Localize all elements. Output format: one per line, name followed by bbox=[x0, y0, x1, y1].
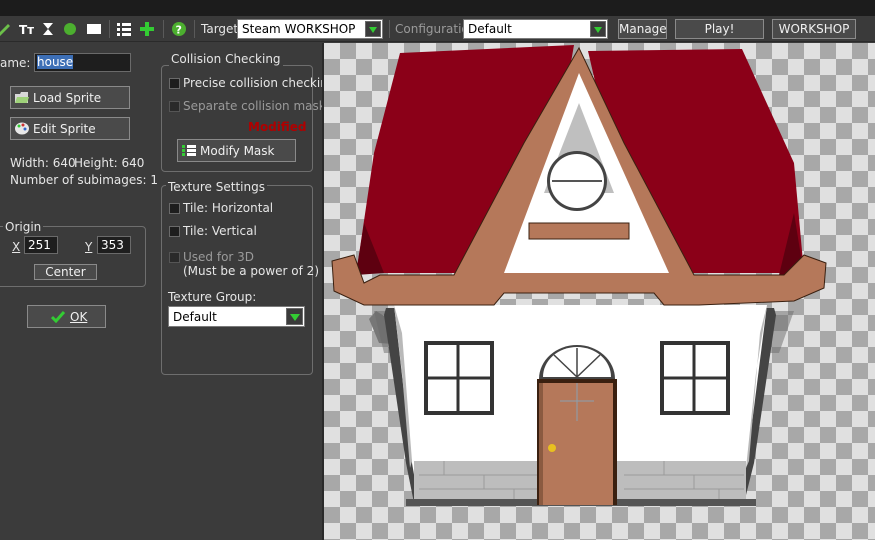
toolbar-separator bbox=[389, 20, 390, 38]
target-select-value: Steam WORKSHOP bbox=[242, 22, 356, 36]
separate-masks-checkbox[interactable] bbox=[169, 101, 180, 112]
green-circle-icon[interactable] bbox=[62, 21, 78, 37]
precise-collision-label: Precise collision checking bbox=[183, 76, 336, 90]
play-button[interactable]: Play! bbox=[675, 19, 764, 39]
height-label: Height: 640 bbox=[74, 156, 145, 170]
used-for-3d-checkbox[interactable] bbox=[169, 252, 180, 263]
load-sprite-button[interactable]: Load Sprite bbox=[10, 86, 130, 109]
separate-masks-label: Separate collision masks bbox=[183, 99, 332, 113]
texture-title: Texture Settings bbox=[166, 180, 267, 194]
font-icon[interactable]: Tт bbox=[18, 21, 34, 37]
ok-button[interactable]: OK bbox=[27, 305, 106, 328]
manage-button[interactable]: Manage bbox=[618, 19, 667, 39]
tile-vertical-checkbox[interactable] bbox=[169, 226, 180, 237]
name-label: Name: bbox=[0, 56, 31, 70]
chevron-down-icon[interactable] bbox=[286, 308, 303, 325]
folder-icon bbox=[15, 92, 29, 103]
origin-title: Origin bbox=[3, 220, 44, 234]
configuration-select-value: Default bbox=[468, 22, 512, 36]
toolbar: Tт ? Target: Steam WORKSHOP Configuratio… bbox=[0, 16, 875, 42]
chevron-down-icon[interactable] bbox=[365, 21, 381, 37]
svg-text:?: ? bbox=[176, 24, 182, 37]
configuration-select[interactable]: Default bbox=[463, 19, 608, 39]
origin-x-input[interactable]: 251 bbox=[24, 236, 58, 254]
hourglass-icon[interactable] bbox=[40, 21, 56, 37]
list-icon[interactable] bbox=[116, 21, 132, 37]
list-icon bbox=[182, 145, 196, 156]
width-label: Width: 640 bbox=[10, 156, 76, 170]
edit-sprite-label: Edit Sprite bbox=[33, 122, 96, 136]
help-icon[interactable]: ? bbox=[171, 21, 187, 37]
origin-x-label: X bbox=[12, 240, 21, 254]
edit-sprite-button[interactable]: Edit Sprite bbox=[10, 117, 130, 140]
chevron-down-icon[interactable] bbox=[590, 21, 606, 37]
subimages-label: Number of subimages: 1 bbox=[10, 173, 158, 187]
texture-group-label: Texture Group: bbox=[168, 290, 257, 304]
sprite-properties-panel: Name: house Load Sprite Edit Sprite Widt… bbox=[0, 43, 335, 540]
power-of-two-label: (Must be a power of 2) bbox=[183, 264, 319, 278]
palette-icon bbox=[15, 122, 29, 135]
texture-group-value: Default bbox=[173, 310, 217, 324]
modify-mask-button[interactable]: Modify Mask bbox=[177, 139, 296, 162]
used-for-3d-label: Used for 3D bbox=[183, 250, 255, 264]
pencil-icon[interactable] bbox=[0, 21, 12, 37]
collision-title: Collision Checking bbox=[169, 52, 283, 66]
toolbar-separator bbox=[163, 20, 164, 38]
svg-text:Tт: Tт bbox=[19, 23, 34, 37]
origin-y-input[interactable]: 353 bbox=[97, 236, 131, 254]
modified-label: Modified bbox=[248, 120, 307, 134]
white-rect-icon[interactable] bbox=[86, 21, 102, 37]
origin-y-label: Y bbox=[85, 240, 93, 254]
ok-label: OK bbox=[70, 310, 88, 324]
modify-mask-label: Modify Mask bbox=[200, 144, 275, 158]
tile-horizontal-checkbox[interactable] bbox=[169, 203, 180, 214]
precise-collision-checkbox[interactable] bbox=[169, 78, 180, 89]
toolbar-separator bbox=[194, 20, 195, 38]
texture-group-select[interactable]: Default bbox=[168, 306, 305, 327]
target-select[interactable]: Steam WORKSHOP bbox=[237, 19, 383, 39]
toolbar-separator bbox=[109, 20, 110, 38]
window-title-strip bbox=[0, 0, 875, 16]
house-sprite-image bbox=[331, 45, 827, 506]
sprite-preview-canvas[interactable] bbox=[322, 43, 875, 540]
name-input-value: house bbox=[37, 55, 74, 69]
center-button[interactable]: Center bbox=[34, 264, 97, 280]
workshop-button[interactable]: WORKSHOP bbox=[772, 19, 856, 39]
tile-vertical-label: Tile: Vertical bbox=[183, 224, 257, 238]
target-label: Target: bbox=[201, 22, 243, 36]
load-sprite-label: Load Sprite bbox=[33, 91, 102, 105]
checkmark-icon bbox=[51, 311, 65, 323]
add-icon[interactable] bbox=[139, 21, 155, 37]
name-input[interactable]: house bbox=[34, 53, 131, 72]
tile-horizontal-label: Tile: Horizontal bbox=[183, 201, 274, 215]
